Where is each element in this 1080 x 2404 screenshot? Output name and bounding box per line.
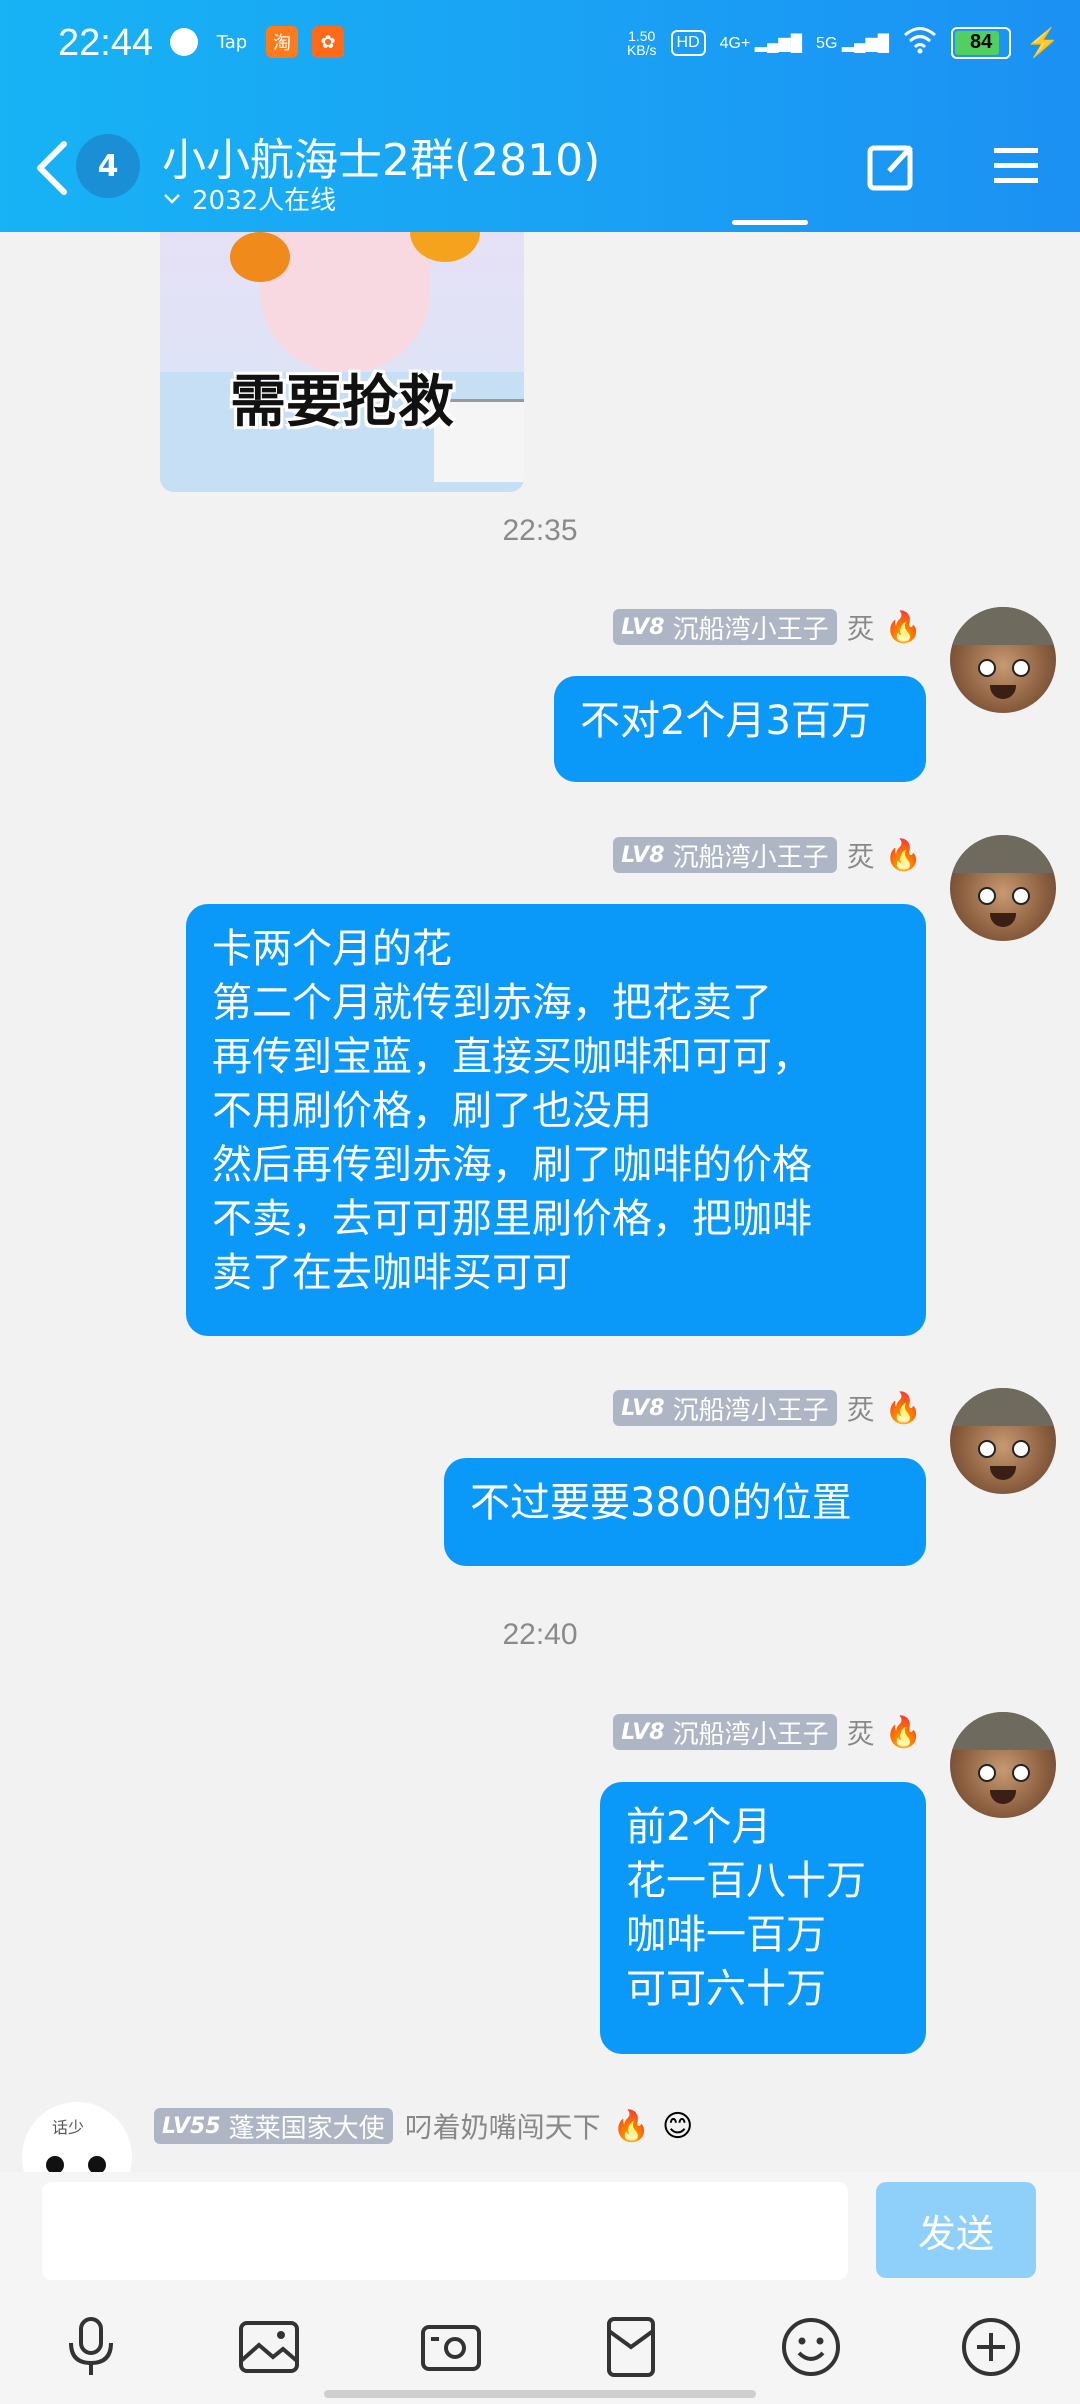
message-input[interactable]: [42, 2182, 848, 2280]
back-button[interactable]: [30, 138, 80, 198]
avatar[interactable]: [950, 1712, 1056, 1818]
title-bar: 4 小小航海士2群(2810) 2032人在线: [0, 110, 1080, 232]
emoji-button[interactable]: [776, 2312, 846, 2382]
more-button[interactable]: [956, 2312, 1026, 2382]
active-tab-indicator: [732, 220, 808, 225]
sticker-image[interactable]: 需要抢救: [160, 232, 524, 492]
sender-info: LV8 沉船湾小王子 烎 🔥: [613, 1712, 922, 1752]
battery-indicator: 84: [951, 26, 1012, 59]
emoji-icon: 😊: [662, 2108, 694, 2144]
menu-icon: [994, 148, 1038, 183]
other-sender-info: LV55 蓬莱国家大使 叼着奶嘴闯天下 🔥 😊: [154, 2106, 693, 2146]
level-badge: LV8 沉船湾小王子: [613, 1714, 837, 1750]
member-title: 烎: [846, 1717, 875, 1750]
unread-badge[interactable]: 4: [76, 134, 140, 198]
wifi-icon: [903, 26, 937, 59]
edit-button[interactable]: [860, 134, 924, 198]
red-packet-icon: [607, 2317, 655, 2377]
signal-4g-icon: 4G+ ▂▄▆█: [719, 34, 803, 52]
sender-info: LV8 沉船湾小王子 烎 🔥: [613, 1388, 922, 1428]
smile-icon: [782, 2318, 840, 2376]
taobao-icon: 淘: [266, 26, 298, 58]
notification-icons: Tap 淘 ✿: [170, 26, 344, 58]
header: 22:44 Tap 淘 ✿ 1.50 KB/s HD 4G+ ▂▄▆█ 5G ▂…: [0, 0, 1080, 232]
signal-5g-icon: 5G ▂▄▆█: [816, 34, 890, 52]
member-title: 烎: [846, 1393, 875, 1426]
group-title[interactable]: 小小航海士2群(2810): [162, 124, 600, 188]
net-speed: 1.50 KB/s: [626, 27, 657, 58]
online-count[interactable]: 2032人在线: [162, 180, 336, 217]
send-button[interactable]: 发送: [876, 2182, 1036, 2278]
message-bubble[interactable]: 不过要要3800的位置: [444, 1458, 926, 1566]
chevron-left-icon: [37, 141, 67, 195]
sender-info: LV8 沉船湾小王子 烎 🔥: [613, 835, 922, 875]
image-button[interactable]: [234, 2312, 304, 2382]
status-time: 22:44: [58, 22, 154, 64]
timestamp: 22:35: [502, 514, 578, 547]
fire-icon: 🔥: [884, 1390, 922, 1426]
voice-button[interactable]: [56, 2312, 126, 2382]
member-title: 叼着奶嘴闯天下: [404, 2111, 601, 2144]
other-avatar[interactable]: 话少: [22, 2102, 132, 2172]
sticker-caption: 需要抢救: [230, 370, 454, 435]
avatar[interactable]: [950, 607, 1056, 713]
message-list[interactable]: 需要抢救 22:35 LV8 沉船湾小王子 烎 🔥 不对2个月3百万 LV8 沉船湾…: [0, 232, 1080, 2172]
message-bubble[interactable]: 前2个月 花一百八十万 咖啡一百万 可可六十万: [600, 1782, 926, 2054]
level-badge: LV8 沉船湾小王子: [613, 837, 837, 873]
red-packet-button[interactable]: [596, 2312, 666, 2382]
message-bubble[interactable]: 不对2个月3百万: [554, 676, 926, 782]
plus-circle-icon: [962, 2318, 1020, 2376]
avatar[interactable]: [950, 1388, 1056, 1494]
edit-icon: [867, 145, 913, 191]
chevron-down-icon: [164, 193, 180, 204]
hd-icon: HD: [670, 29, 706, 56]
tap-icon: Tap: [216, 31, 248, 53]
microphone-icon: [69, 2317, 113, 2375]
input-toolbar: [0, 2312, 1080, 2382]
member-title: 烎: [846, 612, 875, 645]
sender-info: LV8 沉船湾小王子 烎 🔥: [613, 607, 922, 647]
level-badge: LV55 蓬莱国家大使: [154, 2108, 393, 2144]
app-icon: ✿: [312, 26, 344, 58]
timestamp: 22:40: [502, 1618, 578, 1651]
fire-icon: 🔥: [884, 1714, 922, 1750]
level-badge: LV8 沉船湾小王子: [613, 1390, 837, 1426]
camera-icon: [421, 2325, 481, 2371]
chat-screen: 22:44 Tap 淘 ✿ 1.50 KB/s HD 4G+ ▂▄▆█ 5G ▂…: [0, 0, 1080, 2404]
browser-icon: [170, 28, 198, 56]
input-area: 发送: [0, 2172, 1080, 2404]
status-bar: 22:44 Tap 淘 ✿ 1.50 KB/s HD 4G+ ▂▄▆█ 5G ▂…: [0, 0, 1080, 95]
charging-icon: ⚡: [1025, 27, 1060, 58]
menu-button[interactable]: [984, 134, 1048, 198]
fire-icon: 🔥: [612, 2108, 651, 2144]
message-bubble[interactable]: 卡两个月的花 第二个月就传到赤海，把花卖了 再传到宝蓝，直接买咖啡和可可， 不用…: [186, 904, 926, 1336]
image-icon: [239, 2321, 299, 2373]
level-badge: LV8 沉船湾小王子: [613, 609, 837, 645]
avatar[interactable]: [950, 835, 1056, 941]
system-status: 1.50 KB/s HD 4G+ ▂▄▆█ 5G ▂▄▆█ 84 ⚡: [627, 26, 1060, 59]
member-title: 烎: [846, 840, 875, 873]
fire-icon: 🔥: [884, 609, 922, 645]
camera-button[interactable]: [416, 2312, 486, 2382]
fire-icon: 🔥: [884, 837, 922, 873]
home-indicator: [324, 2390, 756, 2398]
